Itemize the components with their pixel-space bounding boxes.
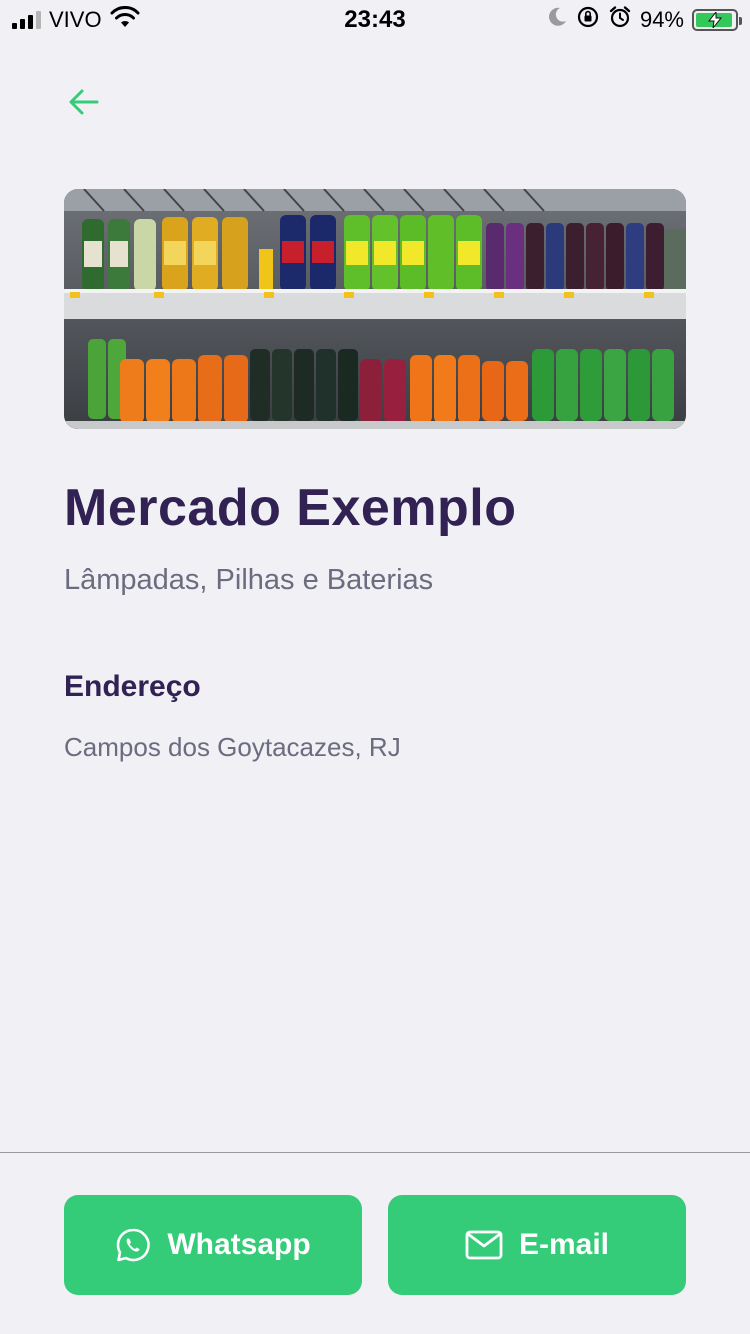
whatsapp-label: Whatsapp: [167, 1228, 311, 1261]
address-value: Campos dos Goytacazes, RJ: [64, 732, 401, 762]
alarm-icon: [608, 5, 632, 35]
point-name: Mercado Exemplo: [64, 479, 517, 537]
carrier-label: VIVO: [49, 7, 102, 32]
wifi-icon: [110, 6, 140, 34]
email-label: E-mail: [518, 1228, 610, 1261]
whatsapp-button[interactable]: Whatsapp: [64, 1195, 362, 1295]
signal-icon: [12, 11, 41, 29]
status-left: VIVO: [12, 6, 140, 34]
battery-percent: 94%: [639, 7, 684, 32]
point-image: [64, 189, 686, 429]
status-bar: VIVO 23:43 94%: [0, 0, 750, 40]
arrow-left-icon: [69, 89, 99, 115]
whatsapp-icon: [117, 1228, 151, 1262]
footer: Whatsapp E-mail: [0, 1152, 750, 1334]
back-button[interactable]: [60, 80, 108, 124]
moon-icon: [546, 6, 568, 34]
address-heading: Endereço: [64, 670, 201, 703]
point-items: Lâmpadas, Pilhas e Baterias: [64, 564, 434, 596]
battery-icon: [692, 9, 742, 31]
rotation-lock-icon: [576, 5, 600, 35]
status-right: 94%: [546, 5, 742, 35]
email-button[interactable]: E-mail: [388, 1195, 686, 1295]
mail-icon: [465, 1230, 503, 1260]
